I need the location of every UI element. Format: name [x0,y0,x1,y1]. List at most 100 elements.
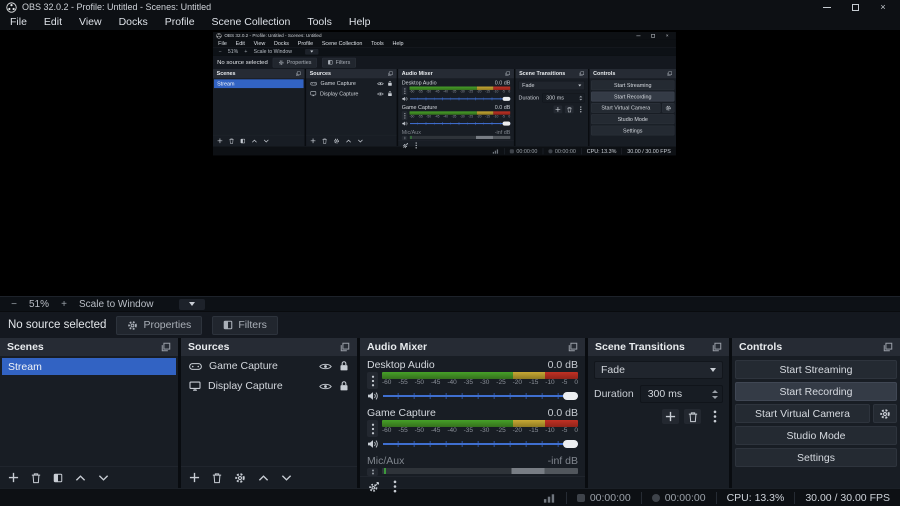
preview-canvas[interactable]: OBS 32.0.2 - Profile: Untitled - Scenes:… [0,30,900,296]
volume-meter [382,468,578,474]
channel-name: Mic/Aux [367,455,405,467]
meter-scale: -60 -55 -50 -45 -40 -35 -30 -25 -20 -15 -10 -5 0 [382,427,578,434]
source-item-display-capture[interactable]: Display Capture [181,376,357,396]
menu-tools[interactable]: Tools [307,16,332,28]
remove-scene-button [229,138,234,144]
channel-level: 0.0 dB [547,359,578,371]
dock-area: Scenes Stream Sources Game Capture Displ… [213,69,676,149]
zoom-in-button[interactable]: + [58,299,70,310]
start-streaming-button[interactable]: Start Streaming [735,360,897,379]
channel-name: Game Capture [401,104,438,111]
channel-menu-button[interactable] [367,420,378,437]
lock-icon[interactable] [339,380,349,392]
menu-scene-collection[interactable]: Scene Collection [212,16,291,28]
move-scene-up-button[interactable] [75,474,86,482]
menu-docks[interactable]: Docks [119,16,148,28]
source-item-label: Game Capture [320,80,356,87]
move-source-up-button[interactable] [258,474,269,482]
scene-filters-button[interactable] [53,473,63,483]
duration-spinbox[interactable]: 300 ms [639,385,723,403]
chevron-down-icon [188,302,195,306]
duration-spin-arrows[interactable] [708,386,722,402]
minimize-button[interactable] [822,2,832,12]
volume-meter [409,135,511,139]
volume-slider[interactable] [383,391,578,401]
chevron-down-icon [578,84,582,87]
move-source-down-button [358,139,364,143]
scale-mode-dropdown[interactable] [178,298,205,310]
add-transition-button[interactable] [662,409,679,424]
transition-select[interactable]: Fade [594,361,723,379]
filters-button[interactable]: Filters [212,315,278,335]
scenes-title: Scenes [216,70,236,77]
popout-icon [883,342,893,352]
settings-button: Settings [591,125,675,136]
close-button: × [665,33,669,39]
lock-icon [387,80,392,86]
audio-mixer-header: Audio Mixer [398,69,514,79]
add-scene-button[interactable] [8,472,19,483]
start-streaming-button: Start Streaming [591,80,675,91]
sources-title: Sources [188,341,230,353]
remove-source-button[interactable] [212,472,222,484]
channel-menu-button [401,111,408,120]
spin-down-icon [579,98,583,101]
menu-docks: Docks [274,40,290,47]
scene-item-label: Stream [8,360,42,373]
meter-scale: -60 -55 -50 -45 -40 -35 -30 -25 -20 -15 -10 -5 0 [382,379,578,386]
audio-mixer-panel: Audio Mixer Desktop Audio 0.0 dB -60 -55… [398,69,514,149]
remove-transition-button[interactable] [684,409,701,424]
menu-edit[interactable]: Edit [44,16,62,28]
signal-bars-icon [492,149,499,154]
move-scene-down-button[interactable] [98,474,109,482]
lock-icon[interactable] [339,360,349,372]
start-recording-button[interactable]: Start Recording [735,382,897,401]
source-item-game-capture: Game Capture [306,78,397,88]
speaker-icon[interactable] [367,391,379,401]
advanced-audio-gear-icon[interactable] [368,481,380,493]
studio-mode-button[interactable]: Studio Mode [735,426,897,445]
audio-mixer-body: Desktop Audio 0.0 dB -60 -55 -50 -45 -40 -35-… [398,78,514,150]
minimize-button [636,33,641,38]
title-bar: OBS 32.0.2 - Profile: Untitled - Scenes:… [213,32,676,40]
scene-transitions-header: Scene Transitions [588,338,729,356]
channel-level: 0.0 dB [547,407,578,419]
source-properties-button[interactable] [234,472,246,484]
menu-file: File [218,40,227,47]
scene-item-stream[interactable]: Stream [2,358,176,375]
volume-slider-handle[interactable] [563,392,578,400]
mixer-channel-game-capture: Game Capture 0.0 dB -60 -55 -50 -45 -40 -35 -3… [360,404,585,450]
volume-slider[interactable] [383,439,578,449]
virtual-camera-config-button[interactable] [873,404,897,423]
visibility-eye-icon[interactable] [319,382,332,391]
controls-title: Controls [739,341,783,353]
volume-slider-handle[interactable] [563,440,578,448]
close-button[interactable]: × [878,2,888,12]
channel-menu-button[interactable] [367,372,378,389]
speaker-icon[interactable] [367,439,379,449]
mixer-channel-mic-aux: Mic/Aux -inf dB [398,128,514,141]
scene-transitions-title: Scene Transitions [519,70,566,77]
source-item-display-capture: Display Capture [306,89,397,99]
menu-view[interactable]: View [79,16,102,28]
advanced-audio-gear-icon [402,142,408,148]
restore-button[interactable] [850,2,860,12]
visibility-eye-icon[interactable] [319,362,332,371]
add-source-button[interactable] [189,472,200,483]
mixer-menu-kebab-icon[interactable] [393,480,397,493]
zoom-out-button[interactable]: − [8,299,20,310]
settings-button[interactable]: Settings [735,448,897,467]
start-virtual-camera-button[interactable]: Start Virtual Camera [735,404,870,423]
remove-scene-button[interactable] [31,472,41,484]
properties-button[interactable]: Properties [116,315,203,335]
menu-file[interactable]: File [10,16,27,28]
menu-profile[interactable]: Profile [165,16,195,28]
source-item-game-capture[interactable]: Game Capture [181,356,357,376]
move-source-down-button[interactable] [281,474,292,482]
add-source-button [310,138,316,144]
transition-properties-kebab-icon[interactable] [706,409,723,424]
lock-icon [387,91,392,97]
scenes-panel: Scenes Stream [0,338,178,488]
menu-help[interactable]: Help [349,16,371,28]
channel-menu-button[interactable] [367,468,378,476]
